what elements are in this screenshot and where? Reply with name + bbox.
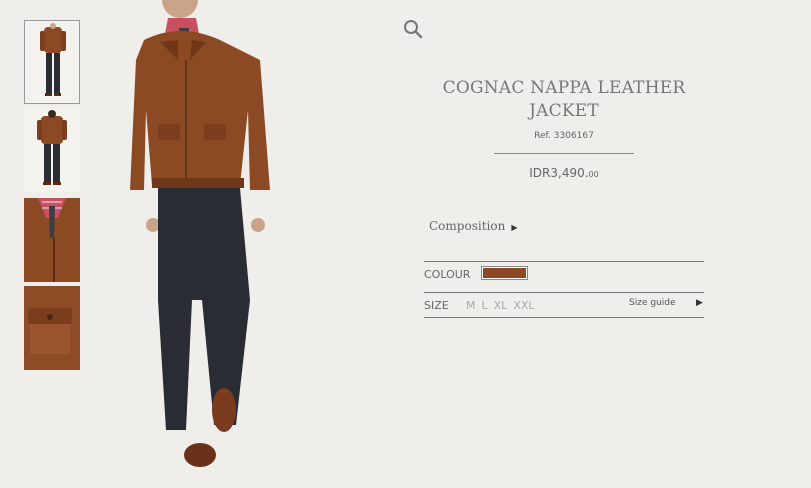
- product-ref: Ref. 3306167: [534, 131, 594, 141]
- divider: [424, 292, 704, 293]
- product-model-image: [130, 0, 270, 467]
- composition-toggle[interactable]: Composition ▶: [429, 219, 517, 233]
- size-option[interactable]: L: [482, 299, 488, 312]
- thumbnail-front[interactable]: [24, 20, 80, 104]
- price-decimals: 00: [588, 170, 599, 179]
- colour-swatch-fill: [483, 268, 526, 278]
- search-icon[interactable]: [402, 18, 424, 40]
- product-title: COGNAC NAPPA LEATHER JACKET: [442, 78, 686, 121]
- size-option[interactable]: XL: [494, 299, 508, 312]
- price-main: IDR3,490.: [529, 166, 589, 180]
- triangle-right-icon: ▶: [511, 223, 518, 232]
- colour-swatch[interactable]: [481, 266, 528, 280]
- divider: [424, 317, 704, 318]
- size-option[interactable]: XXL: [513, 299, 534, 312]
- divider: [424, 261, 704, 262]
- size-option[interactable]: M: [466, 299, 476, 312]
- thumbnail-back[interactable]: [24, 108, 80, 192]
- composition-label: Composition: [429, 219, 506, 233]
- divider: [494, 153, 634, 154]
- thumbnail-pocket-detail[interactable]: [24, 286, 80, 370]
- size-label: SIZE: [424, 299, 449, 312]
- size-guide-link[interactable]: Size guide: [629, 298, 676, 308]
- triangle-right-icon[interactable]: ▶: [696, 298, 703, 308]
- thumbnail-shirt-detail[interactable]: [24, 198, 80, 282]
- product-price: IDR3,490.00: [440, 166, 688, 180]
- colour-label: COLOUR: [424, 268, 471, 281]
- size-options: M L XL XXL: [466, 299, 541, 312]
